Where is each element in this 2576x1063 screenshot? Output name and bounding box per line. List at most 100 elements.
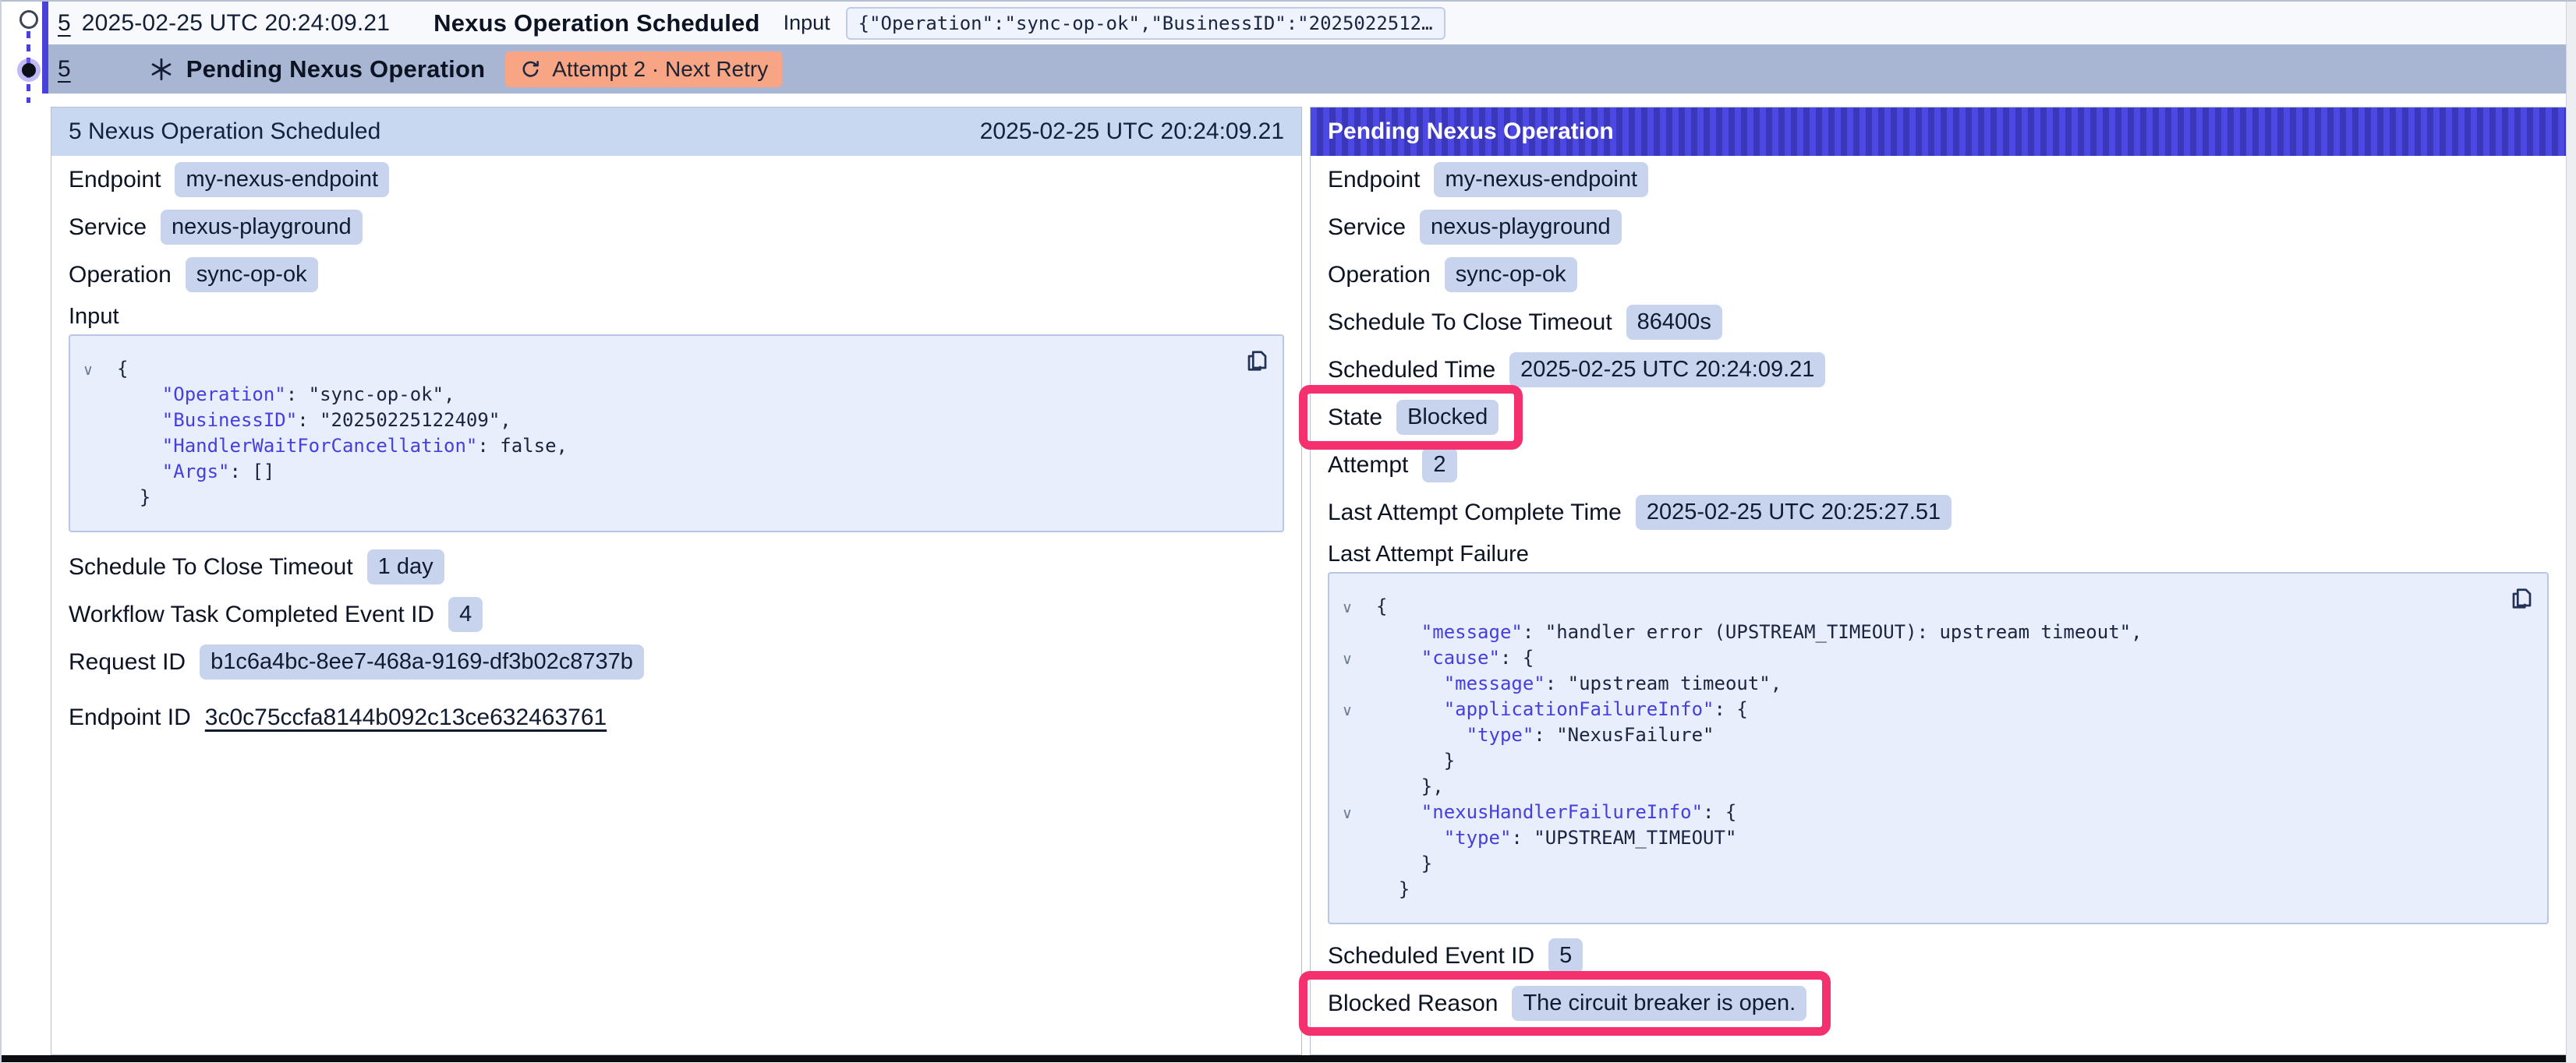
retry-refresh-icon [519,58,543,81]
pending-panel-fields-top: Endpoint my-nexus-endpoint Servicenexus-pl… [1311,156,2566,536]
field-row: Endpoint ID 3c0c75ccfa8144b092c13ce632463… [51,692,1301,743]
code-line: "BusinessID": "20250225122409", [70,408,1267,433]
input-json-code: ∨{ "Operation": "sync-op-ok", "BusinessI… [70,356,1267,510]
field-row: Schedule To Close Timeout 86400s [1311,298,2566,346]
field-label: Schedule To Close Timeout [1328,309,1612,336]
code-line: ∨{ [70,356,1267,382]
field-row: Request ID b1c6a4bc-8ee7-468a-9169-df3b02… [51,638,1301,686]
event-id-link[interactable]: 5 [58,10,71,37]
pending-panel-fields-bottom: Scheduled Event ID 5 Blocked Reason The cir… [1311,932,2566,1027]
field-value-badge: 2 [1422,447,1456,482]
code-line: "HandlerWaitForCancellation": false, [70,433,1267,459]
field-row: Service nexus-playground [51,203,1301,251]
scheduled-event-detail-panel: 5 Nexus Operation Scheduled 2025-02-25 U… [51,107,1302,1055]
event-time: 2025-02-25 UTC 20:24:09.21 [82,10,390,37]
field-row: State Blocked [1311,394,2566,441]
scheduled-panel-fields-bottom: Schedule To Close Timeout 1 day Workflow T… [51,543,1301,743]
code-line: } [70,485,1267,510]
field-row: Endpoint my-nexus-endpoint [51,156,1301,203]
field-label: Scheduled Event ID [1328,943,1534,969]
vertical-scrollbar[interactable] [2566,2,2576,1063]
field-label: Last Attempt Complete Time [1328,500,1622,526]
field-label: Request ID [69,649,186,676]
field-label: Schedule To Close Timeout [69,554,353,581]
field-label: Endpoint ID [69,705,191,731]
field-row: Blocked Reason The circuit breaker is ope… [1311,980,2566,1027]
code-line: "Args": [] [70,459,1267,485]
field-label: Endpoint [69,167,161,193]
code-line: ∨ "applicationFailureInfo": { [1329,697,2532,722]
code-line: } [1329,851,2532,877]
scheduled-panel-title: 5 Nexus Operation Scheduled [69,118,380,145]
code-line: "type": "NexusFailure" [1329,722,2532,748]
collapse-chevron-icon[interactable]: ∨ [1342,698,1353,724]
event-row-pending[interactable]: 5 Pending Nexus Operation Attempt 2 · Ne… [48,44,2567,94]
code-line: } [1329,877,2532,902]
collapse-chevron-icon[interactable]: ∨ [1342,647,1353,673]
input-section-label: Input [51,298,1301,334]
code-line: } [1329,748,2532,774]
field-row: Schedule To Close Timeout 1 day [51,543,1301,591]
code-line: "Operation": "sync-op-ok", [70,382,1267,408]
field-value-badge: b1c6a4bc-8ee7-468a-9169-df3b02c8737b [200,645,644,680]
field-value-badge: my-nexus-endpoint [175,162,389,197]
field-label: Service [69,214,147,241]
field-value-badge: 1 day [367,549,444,584]
field-label: Blocked Reason [1328,991,1498,1017]
field-label: Workflow Task Completed Event ID [69,602,434,628]
collapse-chevron-icon[interactable]: ∨ [1342,801,1353,827]
code-line: "message": "upstream timeout", [1329,671,2532,697]
scheduled-panel-time: 2025-02-25 UTC 20:24:09.21 [980,118,1284,145]
field-label: Endpoint [1328,167,1420,193]
code-line: "type": "UPSTREAM_TIMEOUT" [1329,825,2532,851]
field-row: Servicenexus-playground [1311,203,2566,251]
code-line: ∨{ [1329,594,2532,620]
field-value-badge: sync-op-ok [1445,257,1577,292]
failure-json-code: ∨{ "message": "handler error (UPSTREAM_T… [1329,594,2532,902]
event-row-scheduled[interactable]: 5 2025-02-25 UTC 20:24:09.21 Nexus Opera… [48,2,2567,44]
pending-operation-detail-panel: Pending Nexus Operation Endpoint my-nexus… [1310,107,2567,1055]
failure-section-label: Last Attempt Failure [1311,536,2566,572]
field-value-badge: nexus-playground [161,210,363,245]
scheduled-panel-header: 5 Nexus Operation Scheduled 2025-02-25 U… [51,108,1301,156]
timeline-open-circle-icon [19,10,38,29]
field-value-badge: Blocked [1396,400,1499,435]
pending-asterisk-icon [149,57,174,82]
field-row: Endpoint my-nexus-endpoint [1311,156,2566,203]
annotation-highlight-box: State Blocked [1299,385,1523,450]
attempt-retry-label: Attempt 2 · Next Retry [552,57,768,82]
field-value-badge: 2025-02-25 UTC 20:24:09.21 [1509,352,1825,387]
field-value-badge: sync-op-ok [186,257,318,292]
code-line: ∨ "nexusHandlerFailureInfo": { [1329,800,2532,825]
field-value-badge: 2025-02-25 UTC 20:25:27.51 [1636,495,1951,530]
field-label: Scheduled Time [1328,357,1495,383]
field-value-badge: The circuit breaker is open. [1512,986,1806,1021]
window-bottom-edge [2,1055,2576,1062]
field-value-badge: 5 [1548,938,1583,973]
attempt-retry-badge: Attempt 2 · Next Retry [505,51,782,87]
field-row: Workflow Task Completed Event ID4 [51,591,1301,638]
event-history-view: 5 2025-02-25 UTC 20:24:09.21 Nexus Opera… [0,0,2576,1063]
collapse-chevron-icon[interactable]: ∨ [1342,595,1353,621]
event-input-label: Input [784,11,830,35]
failure-json-viewer: ∨{ "message": "handler error (UPSTREAM_T… [1328,572,2549,924]
event-title: Nexus Operation Scheduled [433,9,759,37]
pending-panel-title: Pending Nexus Operation [1328,118,1614,145]
timeline-selected-dot-icon [22,63,36,77]
field-value-badge: my-nexus-endpoint [1434,162,1648,197]
field-row: Operationsync-op-ok [51,251,1301,298]
field-label: Attempt [1328,452,1408,479]
event-input-preview-chip[interactable]: {"Operation":"sync-op-ok","BusinessID":"… [846,7,1445,40]
code-line: "message": "handler error (UPSTREAM_TIME… [1329,620,2532,645]
field-value-badge: 86400s [1626,305,1722,340]
field-label: State [1328,404,1382,431]
field-value-link[interactable]: 3c0c75ccfa8144b092c13ce632463761 [205,705,607,731]
timeline-active-bar [42,2,48,94]
field-row: Operationsync-op-ok [1311,251,2566,298]
annotation-highlight-box: Blocked Reason The circuit breaker is ope… [1299,971,1831,1036]
field-row: Last Attempt Complete Time 2025-02-25 UTC… [1311,489,2566,536]
code-line: ∨ "cause": { [1329,645,2532,671]
field-value-badge: nexus-playground [1420,210,1622,245]
event-id-link[interactable]: 5 [58,56,71,83]
collapse-chevron-icon[interactable]: ∨ [83,358,94,383]
